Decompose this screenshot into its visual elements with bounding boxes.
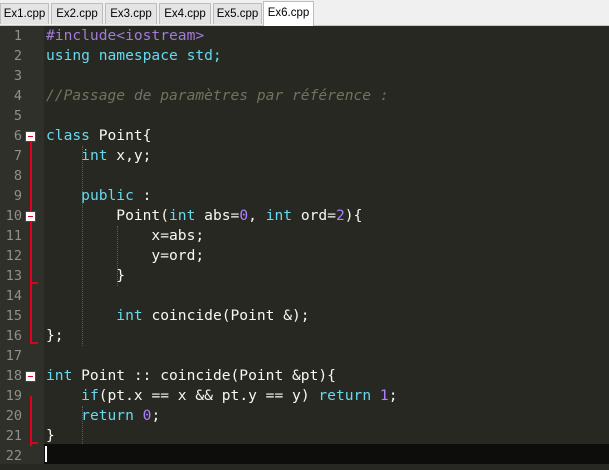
keyword: class (46, 127, 90, 144)
line-number: 22 (5, 448, 22, 464)
fold-region-line (30, 136, 32, 344)
tab-ex6-active[interactable]: Ex6.cpp (263, 1, 314, 26)
code-line-2: using namespace std; (46, 47, 222, 64)
code-line-18: int Point :: coincide(Point &pt){ (46, 366, 336, 386)
include-directive: #include<iostream> (46, 27, 205, 44)
editor-bottom-edge (0, 464, 609, 470)
tab-ex5[interactable]: Ex5.cpp (213, 3, 262, 24)
line-number-gutter: 1 2 3 4 5 6 7 8 9 10 11 12 13 14 15 16 1… (0, 26, 44, 470)
code-line-20: return 0; (46, 406, 160, 426)
code-text: ord= (292, 207, 336, 224)
code-line-1: #include<iostream> (46, 26, 204, 46)
fold-collapse-icon[interactable] (25, 371, 36, 382)
fold-collapse-icon[interactable] (25, 131, 36, 142)
code-line-21: } (46, 427, 55, 444)
line-number: 2 (13, 48, 22, 64)
keyword: int (265, 207, 293, 224)
code-text: ){ (344, 207, 363, 224)
line-number: 3 (13, 68, 22, 84)
code-text: Point :: coincide(Point &pt){ (72, 367, 336, 384)
line-number: 15 (5, 308, 22, 324)
keyword: int (169, 207, 196, 224)
line-number: 1 (13, 28, 22, 44)
fold-end-tick (30, 442, 38, 444)
tab-ex3[interactable]: Ex3.cpp (105, 3, 157, 24)
code-line-4-comment: //Passage de paramètres par référence : (46, 87, 389, 104)
code-line-10: Point(int abs=0, int ord=2){ (46, 206, 362, 226)
text-caret (45, 446, 47, 462)
line-number: 14 (5, 288, 22, 304)
line-number: 7 (13, 148, 22, 164)
code-editor[interactable]: 1 2 3 4 5 6 7 8 9 10 11 12 13 14 15 16 1… (0, 26, 609, 470)
number-literal: 2 (335, 207, 345, 224)
code-text: (pt.x == x && pt.y == y) (98, 387, 319, 404)
keyword: return (81, 407, 134, 424)
number-literal: 0 (239, 207, 249, 224)
code-line-9: public : (46, 186, 151, 206)
code-line-6: class Point{ (46, 126, 151, 146)
code-line-13: } (46, 267, 126, 284)
code-text: x,y; (107, 147, 152, 164)
line-number: 4 (13, 88, 22, 104)
keyword: int (116, 307, 143, 324)
code-text: abs= (195, 207, 240, 224)
code-line-12: y=ord; (46, 247, 205, 264)
code-line-15: int coincide(Point &); (46, 306, 310, 326)
line-number: 9 (13, 188, 22, 204)
line-number: 17 (5, 348, 22, 364)
keyword: int (81, 147, 108, 164)
keyword: int (46, 367, 73, 384)
line-number: 8 (13, 168, 22, 184)
current-line-highlight (44, 444, 609, 464)
code-text: : (133, 187, 152, 204)
line-number: 18 (5, 368, 22, 384)
line-number: 20 (5, 408, 22, 424)
code-line-19: if(pt.x == x && pt.y == y) return 1; (46, 386, 398, 406)
line-number: 16 (5, 328, 22, 344)
fold-region-line (30, 396, 32, 446)
tab-ex1[interactable]: Ex1.cpp (0, 3, 49, 24)
line-number: 13 (5, 268, 22, 284)
tab-ex2[interactable]: Ex2.cpp (51, 3, 103, 24)
number-literal: 1 (379, 387, 389, 404)
fold-end-tick (30, 282, 38, 284)
code-line-7: int x,y; (46, 146, 151, 166)
line-number: 21 (5, 428, 22, 444)
keyword: public (81, 187, 134, 204)
code-text: Point( (46, 207, 170, 224)
line-number: 6 (13, 128, 22, 144)
line-number: 5 (13, 108, 22, 124)
tab-bar: Ex1.cpp Ex2.cpp Ex3.cpp Ex4.cpp Ex5.cpp … (0, 0, 609, 26)
tab-ex4[interactable]: Ex4.cpp (159, 3, 211, 24)
fold-end-tick (30, 342, 38, 344)
code-line-16: }; (46, 327, 64, 344)
line-number: 10 (5, 208, 22, 224)
fold-collapse-icon[interactable] (25, 211, 36, 222)
keyword: if (81, 387, 99, 404)
code-text: ; (151, 407, 161, 424)
line-number: 19 (5, 388, 22, 404)
code-text: Point{ (89, 127, 152, 144)
code-line-11: x=abs; (46, 227, 205, 244)
line-number: 12 (5, 248, 22, 264)
code-text: coincide(Point &); (142, 307, 310, 324)
keyword: return (318, 387, 372, 404)
code-text: ; (388, 387, 398, 404)
line-number: 11 (5, 228, 22, 244)
code-text: , (248, 207, 266, 224)
